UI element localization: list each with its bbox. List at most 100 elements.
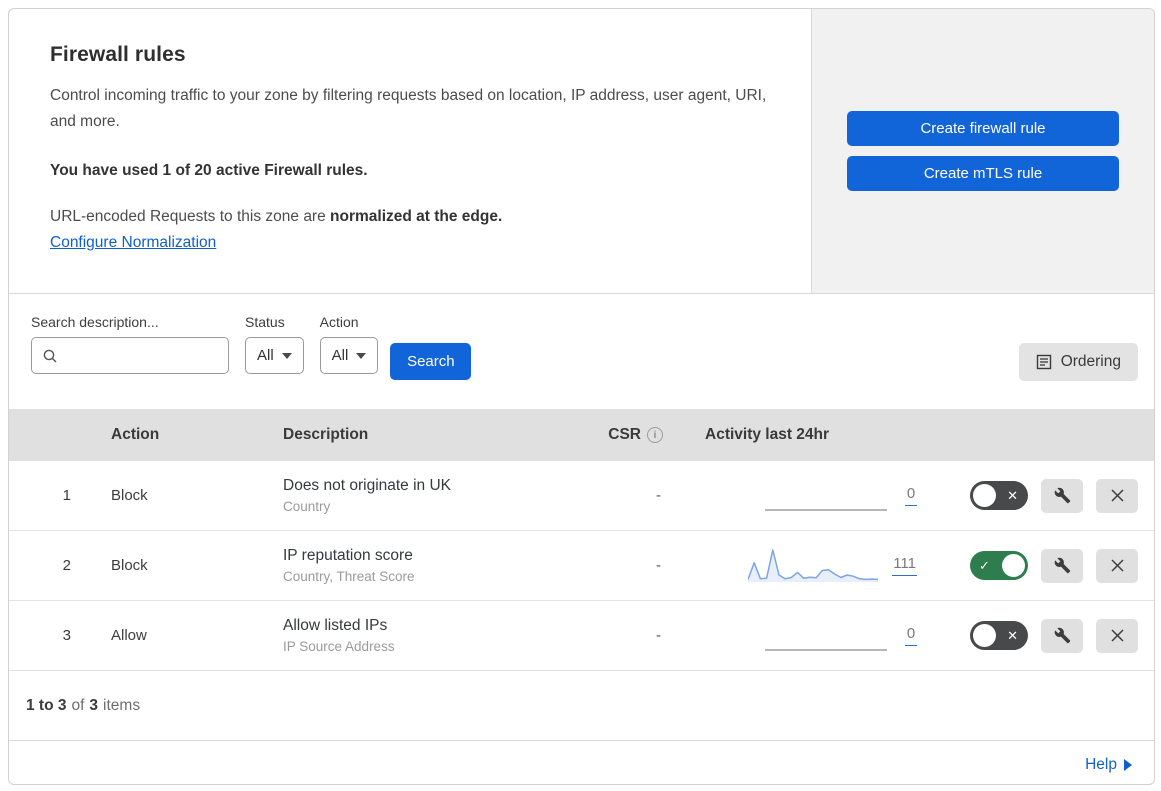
firewall-intro-card: Firewall rules Control incoming traffic … — [9, 9, 811, 293]
search-button[interactable]: Search — [390, 343, 472, 380]
delete-rule-button[interactable] — [1096, 548, 1138, 583]
toggle-x-icon — [1007, 488, 1018, 504]
filter-bar: Search description... Status All Action … — [9, 294, 1154, 409]
chevron-down-icon — [281, 352, 292, 359]
help-link[interactable]: Help — [1085, 756, 1132, 774]
help-bar: Help — [9, 740, 1154, 784]
normalization-text-bold: normalized at the edge. — [330, 207, 503, 225]
table-header: Action Description CSR Activity last 24h… — [9, 409, 1154, 461]
rule-title: Allow listed IPs — [283, 617, 388, 634]
wrench-icon — [1054, 557, 1070, 574]
help-link-label: Help — [1085, 755, 1117, 773]
status-select[interactable]: All — [245, 337, 304, 374]
normalization-text: URL-encoded Requests to this zone are no… — [50, 208, 769, 226]
toggle-knob — [973, 624, 996, 647]
rule-fields: Country, Threat Score — [283, 569, 415, 584]
close-icon — [1110, 559, 1124, 572]
header-activity: Activity last 24hr — [705, 426, 830, 443]
close-icon — [1110, 629, 1124, 642]
rule-priority: 3 — [62, 627, 71, 644]
rule-title: IP reputation score — [283, 547, 413, 564]
search-icon — [43, 349, 57, 362]
create-mtls-rule-button[interactable]: Create mTLS rule — [847, 156, 1119, 191]
activity-count-link[interactable]: 0 — [905, 625, 917, 646]
edit-rule-button[interactable] — [1041, 618, 1083, 653]
rule-priority: 1 — [62, 487, 71, 504]
wrench-icon — [1054, 627, 1070, 644]
rule-activity: 0 — [665, 476, 927, 516]
actions-panel: Create firewall rule Create mTLS rule — [811, 9, 1154, 293]
activity-sparkline — [747, 546, 879, 586]
status-label: Status — [245, 314, 285, 330]
pagination-summary: 1 to 3 of 3 items — [9, 671, 1154, 740]
page-description: Control incoming traffic to your zone by… — [50, 87, 767, 131]
action-select-value: All — [331, 347, 349, 364]
rule-priority: 2 — [62, 557, 71, 574]
ordering-button[interactable]: Ordering — [1018, 343, 1138, 381]
rule-activity: 111 — [665, 546, 927, 586]
firewall-rules-panel: Firewall rules Control incoming traffic … — [8, 8, 1155, 785]
rule-description: Allow listed IPs IP Source Address — [269, 617, 577, 654]
wrench-icon — [1054, 487, 1070, 504]
action-filter-group: Action All — [319, 314, 379, 374]
action-select[interactable]: All — [319, 337, 379, 374]
table-row: 2 Block IP reputation score Country, Thr… — [9, 531, 1154, 601]
status-filter-group: Status All — [245, 314, 304, 374]
toggle-check-icon — [979, 558, 990, 574]
rule-enabled-toggle[interactable] — [970, 551, 1028, 580]
items-range: 1 to 3 — [26, 696, 67, 714]
create-firewall-rule-button[interactable]: Create firewall rule — [847, 111, 1119, 146]
activity-count-link[interactable]: 111 — [892, 555, 917, 576]
activity-sparkline — [761, 616, 891, 656]
activity-count-link[interactable]: 0 — [905, 485, 917, 506]
toggle-knob — [973, 484, 996, 507]
rule-description: IP reputation score Country, Threat Scor… — [269, 547, 577, 584]
rule-description: Does not originate in UK Country — [269, 477, 577, 514]
action-label: Action — [319, 314, 359, 330]
rule-csr: - — [656, 487, 661, 504]
delete-rule-button[interactable] — [1096, 478, 1138, 513]
top-section: Firewall rules Control incoming traffic … — [9, 9, 1154, 294]
edit-rule-button[interactable] — [1041, 478, 1083, 513]
rule-controls — [927, 618, 1154, 653]
help-arrow-icon — [1124, 758, 1132, 771]
items-label: items — [103, 696, 141, 714]
info-icon[interactable] — [647, 427, 663, 443]
rule-enabled-toggle[interactable] — [970, 621, 1028, 650]
search-label: Search description... — [31, 314, 159, 330]
normalization-text-plain: URL-encoded Requests to this zone are — [50, 207, 326, 225]
rule-activity: 0 — [665, 616, 927, 656]
search-input[interactable] — [66, 347, 216, 364]
header-action: Action — [111, 426, 160, 443]
page-title: Firewall rules — [50, 43, 186, 66]
activity-sparkline — [761, 476, 891, 516]
usage-summary: You have used 1 of 20 active Firewall ru… — [50, 161, 368, 179]
rule-enabled-toggle[interactable] — [970, 481, 1028, 510]
delete-rule-button[interactable] — [1096, 618, 1138, 653]
search-group: Search description... — [31, 314, 229, 374]
header-csr: CSR — [577, 426, 665, 444]
items-total: 3 — [89, 696, 99, 714]
close-icon — [1110, 489, 1124, 502]
rule-csr: - — [656, 557, 661, 574]
header-description: Description — [283, 426, 369, 443]
toggle-knob — [1002, 554, 1025, 577]
rule-fields: Country — [283, 499, 331, 514]
rule-title: Does not originate in UK — [283, 477, 452, 494]
ordering-button-label: Ordering — [1060, 353, 1121, 370]
rule-action: Block — [111, 557, 148, 574]
rule-csr: - — [656, 627, 661, 644]
edit-rule-button[interactable] — [1041, 548, 1083, 583]
ordering-icon — [1036, 354, 1051, 370]
rule-action: Allow — [111, 627, 147, 644]
toggle-x-icon — [1007, 628, 1018, 644]
rule-controls — [927, 548, 1154, 583]
items-of: of — [71, 696, 85, 714]
chevron-down-icon — [356, 352, 367, 359]
header-csr-label: CSR — [608, 426, 641, 443]
configure-normalization-link[interactable]: Configure Normalization — [50, 234, 216, 252]
rule-controls — [927, 478, 1154, 513]
table-row: 3 Allow Allow listed IPs IP Source Addre… — [9, 601, 1154, 671]
status-select-value: All — [257, 347, 274, 364]
table-row: 1 Block Does not originate in UK Country… — [9, 461, 1154, 531]
